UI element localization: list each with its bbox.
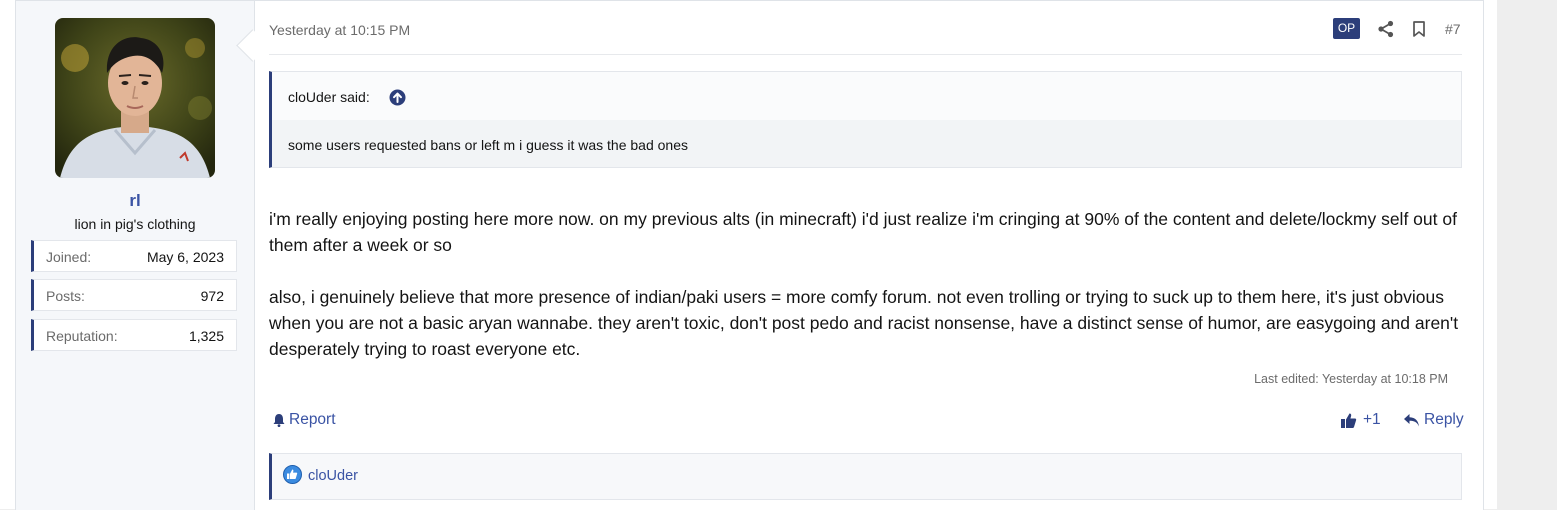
share-icon[interactable] bbox=[1377, 20, 1395, 38]
like-reaction-icon bbox=[283, 465, 302, 484]
forum-post: rl lion in pig's clothing Joined: May 6,… bbox=[15, 0, 1484, 510]
post-number-link[interactable]: #7 bbox=[1445, 21, 1461, 37]
quote-text: some users requested bans or left m i gu… bbox=[288, 137, 688, 153]
stat-label: Posts: bbox=[46, 288, 85, 304]
user-sidebar: rl lion in pig's clothing Joined: May 6,… bbox=[16, 1, 255, 510]
quote-block: cloUder said: some users requested bans … bbox=[269, 71, 1462, 168]
report-button[interactable]: Report bbox=[272, 411, 336, 429]
like-button[interactable]: +1 bbox=[1340, 411, 1381, 429]
stat-joined: Joined: May 6, 2023 bbox=[31, 240, 237, 272]
post-timestamp[interactable]: Yesterday at 10:15 PM bbox=[269, 22, 410, 38]
bell-icon bbox=[273, 414, 285, 427]
stat-value[interactable]: 972 bbox=[201, 288, 224, 304]
stat-reputation: Reputation: 1,325 bbox=[31, 319, 237, 351]
user-title: lion in pig's clothing bbox=[74, 216, 196, 232]
header-divider bbox=[269, 54, 1462, 55]
username-link[interactable]: rl bbox=[16, 191, 254, 211]
post-message: i'm really enjoying posting here more no… bbox=[269, 206, 1469, 388]
avatar[interactable] bbox=[55, 18, 215, 178]
op-badge: OP bbox=[1333, 18, 1360, 39]
quote-content: some users requested bans or left m i gu… bbox=[272, 120, 1461, 167]
stat-value: 1,325 bbox=[188, 328, 224, 344]
message-paragraph: also, i genuinely believe that more pres… bbox=[269, 287, 1459, 359]
stat-value: May 6, 2023 bbox=[146, 249, 224, 265]
page-background: rl lion in pig's clothing Joined: May 6,… bbox=[0, 0, 1497, 510]
quote-header: cloUder said: bbox=[272, 72, 1461, 120]
reaction-user[interactable]: cloUder bbox=[308, 468, 358, 484]
message-paragraph: i'm really enjoying posting here more no… bbox=[269, 209, 1457, 255]
last-edited: Last edited: Yesterday at 10:18 PM bbox=[1254, 372, 1448, 386]
quote-author[interactable]: cloUder said: bbox=[288, 89, 370, 105]
like-count: +1 bbox=[1363, 411, 1381, 428]
stat-label: Joined: bbox=[46, 249, 92, 265]
arrow-up-circle-icon[interactable] bbox=[389, 89, 406, 106]
report-label: Report bbox=[289, 411, 336, 428]
reply-button[interactable]: Reply bbox=[1403, 411, 1464, 429]
stat-posts: Posts: 972 bbox=[31, 279, 237, 311]
thumbs-up-icon bbox=[1341, 413, 1357, 428]
bookmark-icon[interactable] bbox=[1410, 20, 1428, 38]
reactions-bar[interactable]: cloUder bbox=[269, 453, 1462, 500]
stat-label: Reputation: bbox=[46, 328, 118, 344]
reply-label: Reply bbox=[1424, 411, 1464, 428]
reply-icon bbox=[1404, 413, 1419, 426]
